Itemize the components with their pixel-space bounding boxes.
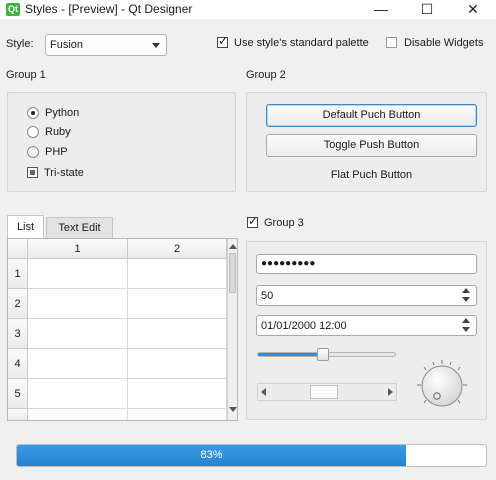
table-cell[interactable] — [128, 409, 227, 420]
radio-php[interactable] — [27, 146, 39, 158]
column-header-1[interactable]: 1 — [28, 239, 128, 259]
spin-up-icon[interactable] — [462, 318, 470, 323]
title-bar: Qt Styles - [Preview] - Qt Designer — ☐ … — [0, 0, 496, 19]
table-cell[interactable] — [128, 349, 227, 379]
table-cell[interactable] — [28, 379, 128, 409]
datetime-value: 01/01/2000 12:00 — [261, 320, 347, 332]
row-header-5[interactable]: 5 — [8, 379, 28, 409]
table-cell[interactable] — [128, 259, 227, 289]
list-table: 1 2 1 2 3 4 5 — [7, 238, 238, 421]
style-label: Style: — [6, 38, 34, 50]
progress-bar: 83% — [16, 444, 487, 467]
spinbox[interactable]: 50 — [256, 285, 477, 306]
scrollbar-thumb[interactable] — [310, 385, 338, 399]
group2-title: Group 2 — [246, 69, 286, 81]
column-header-2[interactable]: 2 — [128, 239, 227, 259]
row-header-6[interactable] — [8, 409, 28, 420]
style-combobox-value: Fusion — [50, 39, 84, 51]
table-corner-button[interactable] — [8, 239, 28, 259]
standard-palette-checkbox[interactable]: ✓ — [217, 34, 229, 48]
progress-text-value: 83% — [200, 449, 223, 461]
spin-up-icon[interactable] — [462, 288, 470, 293]
table-cell[interactable] — [28, 409, 128, 420]
group1-title: Group 1 — [6, 69, 46, 81]
spin-down-icon[interactable] — [462, 297, 470, 302]
disable-widgets-label: Disable Widgets — [404, 37, 484, 49]
table-cell[interactable] — [28, 289, 128, 319]
checkmark-icon: ✓ — [218, 34, 229, 48]
table-vertical-scrollbar[interactable] — [227, 239, 237, 420]
tab-text-edit[interactable]: Text Edit — [46, 217, 113, 238]
row-header-4[interactable]: 4 — [8, 349, 28, 379]
slider-fill — [258, 353, 323, 356]
dial-graphic — [417, 360, 467, 407]
dial[interactable] — [414, 358, 470, 412]
disable-widgets-checkbox[interactable] — [386, 37, 397, 48]
style-combobox[interactable]: Fusion — [45, 34, 167, 56]
datetime-edit[interactable]: 01/01/2000 12:00 — [256, 315, 477, 336]
group1-box — [7, 92, 236, 192]
tristate-label: Tri-state — [44, 167, 84, 179]
table-cell[interactable] — [128, 379, 227, 409]
row-header-3[interactable]: 3 — [8, 319, 28, 349]
window-title: Styles - [Preview] - Qt Designer — [25, 2, 193, 16]
table-cell[interactable] — [28, 319, 128, 349]
standard-palette-label: Use style's standard palette — [234, 37, 369, 49]
radio-ruby[interactable] — [27, 126, 39, 138]
table-cell[interactable] — [28, 259, 128, 289]
progress-text: 83% — [17, 445, 406, 466]
flat-push-button[interactable]: Flat Puch Button — [266, 164, 477, 187]
maximize-button[interactable]: ☐ — [404, 0, 450, 19]
radio-python[interactable] — [27, 107, 39, 119]
scrollbar-thumb[interactable] — [229, 253, 236, 293]
minimize-button[interactable]: — — [358, 0, 404, 19]
radio-ruby-label: Ruby — [45, 126, 71, 138]
default-push-button[interactable]: Default Puch Button — [266, 104, 477, 127]
partial-check-indicator — [30, 170, 35, 175]
table-cell[interactable] — [28, 349, 128, 379]
toggle-push-button[interactable]: Toggle Push Button — [266, 134, 477, 157]
scroll-down-arrow-icon[interactable] — [229, 407, 237, 412]
row-header-1[interactable]: 1 — [8, 259, 28, 289]
scroll-right-arrow-icon[interactable] — [388, 388, 393, 396]
qt-designer-app-icon: Qt — [6, 3, 20, 16]
chevron-down-icon — [152, 43, 160, 48]
password-field-value: ●●●●●●●●● — [261, 258, 316, 269]
datetime-arrows[interactable] — [462, 318, 474, 333]
row-header-2[interactable]: 2 — [8, 289, 28, 319]
radio-selected-dot — [31, 111, 35, 115]
radio-php-label: PHP — [45, 146, 68, 158]
radio-python-label: Python — [45, 107, 80, 119]
group3-title: Group 3 — [264, 217, 304, 229]
password-field[interactable]: ●●●●●●●●● — [256, 254, 477, 274]
scroll-up-arrow-icon[interactable] — [229, 244, 237, 249]
tab-list[interactable]: List — [7, 215, 44, 239]
spinbox-value: 50 — [261, 290, 274, 302]
horizontal-scrollbar[interactable] — [257, 383, 397, 401]
close-button[interactable]: ✕ — [450, 0, 496, 19]
table-cell[interactable] — [128, 319, 227, 349]
checkmark-icon: ✓ — [248, 214, 259, 228]
spin-arrows[interactable] — [462, 288, 474, 303]
group3-checkbox[interactable]: ✓ — [247, 214, 259, 228]
slider-handle[interactable] — [317, 348, 329, 361]
table-cell[interactable] — [128, 289, 227, 319]
tristate-checkbox[interactable] — [27, 167, 38, 178]
scroll-left-arrow-icon[interactable] — [261, 388, 266, 396]
spin-down-icon[interactable] — [462, 327, 470, 332]
horizontal-slider[interactable] — [257, 348, 396, 361]
